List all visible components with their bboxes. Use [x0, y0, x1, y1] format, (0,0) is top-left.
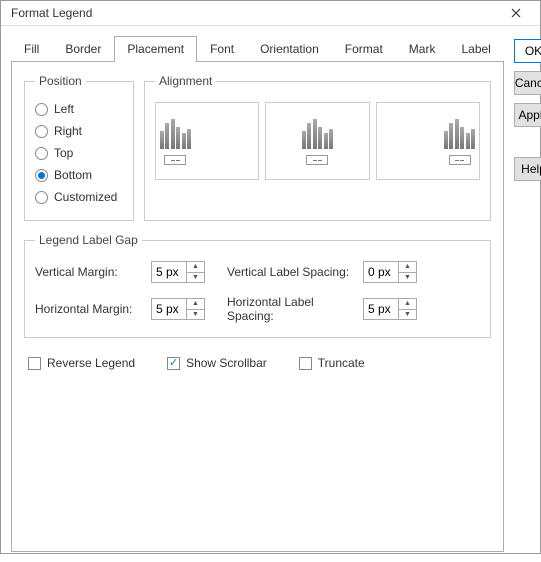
radio-label: Right	[54, 124, 82, 138]
checkbox-icon	[28, 357, 41, 370]
radio-right[interactable]: Right	[35, 120, 123, 142]
radio-customized[interactable]: Customized	[35, 186, 123, 208]
radio-bottom[interactable]: Bottom	[35, 164, 123, 186]
reverse-legend-checkbox[interactable]: Reverse Legend	[28, 356, 135, 370]
radio-icon	[35, 103, 48, 116]
ok-button[interactable]: OK	[514, 39, 541, 63]
spin-up-icon[interactable]: ▲	[187, 299, 204, 310]
checkbox-label: Truncate	[318, 356, 365, 370]
radio-label: Top	[54, 146, 73, 160]
spin-up-icon[interactable]: ▲	[187, 262, 204, 273]
radio-label: Customized	[54, 190, 117, 204]
vertical-margin-input[interactable]	[152, 262, 186, 282]
radio-icon	[35, 169, 48, 182]
checkbox-label: Reverse Legend	[47, 356, 135, 370]
show-scrollbar-checkbox[interactable]: Show Scrollbar	[167, 356, 267, 370]
horizontal-margin-spinner[interactable]: ▲▼	[151, 298, 205, 320]
tab-border[interactable]: Border	[52, 36, 114, 61]
truncate-checkbox[interactable]: Truncate	[299, 356, 365, 370]
checkbox-icon	[299, 357, 312, 370]
radio-label: Left	[54, 102, 74, 116]
tab-mark[interactable]: Mark	[396, 36, 449, 61]
alignment-legend: Alignment	[155, 74, 216, 88]
align-left-option[interactable]	[155, 102, 259, 180]
content-area: Fill Border Placement Font Orientation F…	[1, 26, 540, 562]
horizontal-margin-input[interactable]	[152, 299, 186, 319]
radio-icon	[35, 191, 48, 204]
spin-down-icon[interactable]: ▼	[187, 273, 204, 283]
vertical-spacing-input[interactable]	[364, 262, 398, 282]
align-right-option[interactable]	[376, 102, 480, 180]
tab-fill[interactable]: Fill	[11, 36, 52, 61]
cancel-button[interactable]: Cancel	[514, 71, 541, 95]
radio-icon	[35, 147, 48, 160]
chart-icon	[302, 117, 333, 149]
horizontal-spacing-input[interactable]	[364, 299, 398, 319]
checkbox-row: Reverse Legend Show Scrollbar Truncate	[28, 356, 491, 370]
vertical-spacing-label: Vertical Label Spacing:	[227, 265, 357, 279]
spin-up-icon[interactable]: ▲	[399, 299, 416, 310]
titlebar: Format Legend	[1, 1, 540, 26]
radio-label: Bottom	[54, 168, 92, 182]
vertical-spacing-spinner[interactable]: ▲▼	[363, 261, 417, 283]
legend-icon	[306, 155, 328, 165]
vertical-margin-label: Vertical Margin:	[35, 265, 145, 279]
dialog-window: Format Legend Fill Border Placement Font…	[0, 0, 541, 554]
radio-left[interactable]: Left	[35, 98, 123, 120]
chart-icon	[444, 117, 475, 149]
label-gap-legend: Legend Label Gap	[35, 233, 142, 247]
horizontal-spacing-label: Horizontal Label Spacing:	[227, 295, 357, 323]
tab-panel: Position Left Right Top Bottom Customize…	[11, 62, 504, 552]
close-button[interactable]	[496, 1, 536, 25]
legend-icon	[449, 155, 471, 165]
button-column: OK Cancel Apply Help	[514, 36, 541, 552]
help-button[interactable]: Help	[514, 157, 541, 181]
tab-strip: Fill Border Placement Font Orientation F…	[11, 36, 504, 62]
checkbox-label: Show Scrollbar	[186, 356, 267, 370]
horizontal-spacing-spinner[interactable]: ▲▼	[363, 298, 417, 320]
radio-icon	[35, 125, 48, 138]
position-group: Position Left Right Top Bottom Customize…	[24, 74, 134, 221]
alignment-group: Alignment	[144, 74, 491, 221]
align-center-option[interactable]	[265, 102, 369, 180]
label-gap-group: Legend Label Gap Vertical Margin: ▲▼ Ver…	[24, 233, 491, 338]
spin-down-icon[interactable]: ▼	[399, 273, 416, 283]
close-icon	[511, 8, 521, 18]
tab-label[interactable]: Label	[448, 36, 503, 61]
tab-orientation[interactable]: Orientation	[247, 36, 332, 61]
spin-down-icon[interactable]: ▼	[399, 310, 416, 320]
tab-font[interactable]: Font	[197, 36, 247, 61]
apply-button[interactable]: Apply	[514, 103, 541, 127]
legend-icon	[164, 155, 186, 165]
chart-icon	[160, 117, 191, 149]
spin-up-icon[interactable]: ▲	[399, 262, 416, 273]
main-panel: Fill Border Placement Font Orientation F…	[11, 36, 504, 552]
position-legend: Position	[35, 74, 86, 88]
window-title: Format Legend	[11, 6, 496, 20]
vertical-margin-spinner[interactable]: ▲▼	[151, 261, 205, 283]
tab-placement[interactable]: Placement	[114, 36, 197, 62]
horizontal-margin-label: Horizontal Margin:	[35, 302, 145, 316]
checkbox-icon	[167, 357, 180, 370]
tab-format[interactable]: Format	[332, 36, 396, 61]
radio-top[interactable]: Top	[35, 142, 123, 164]
spin-down-icon[interactable]: ▼	[187, 310, 204, 320]
